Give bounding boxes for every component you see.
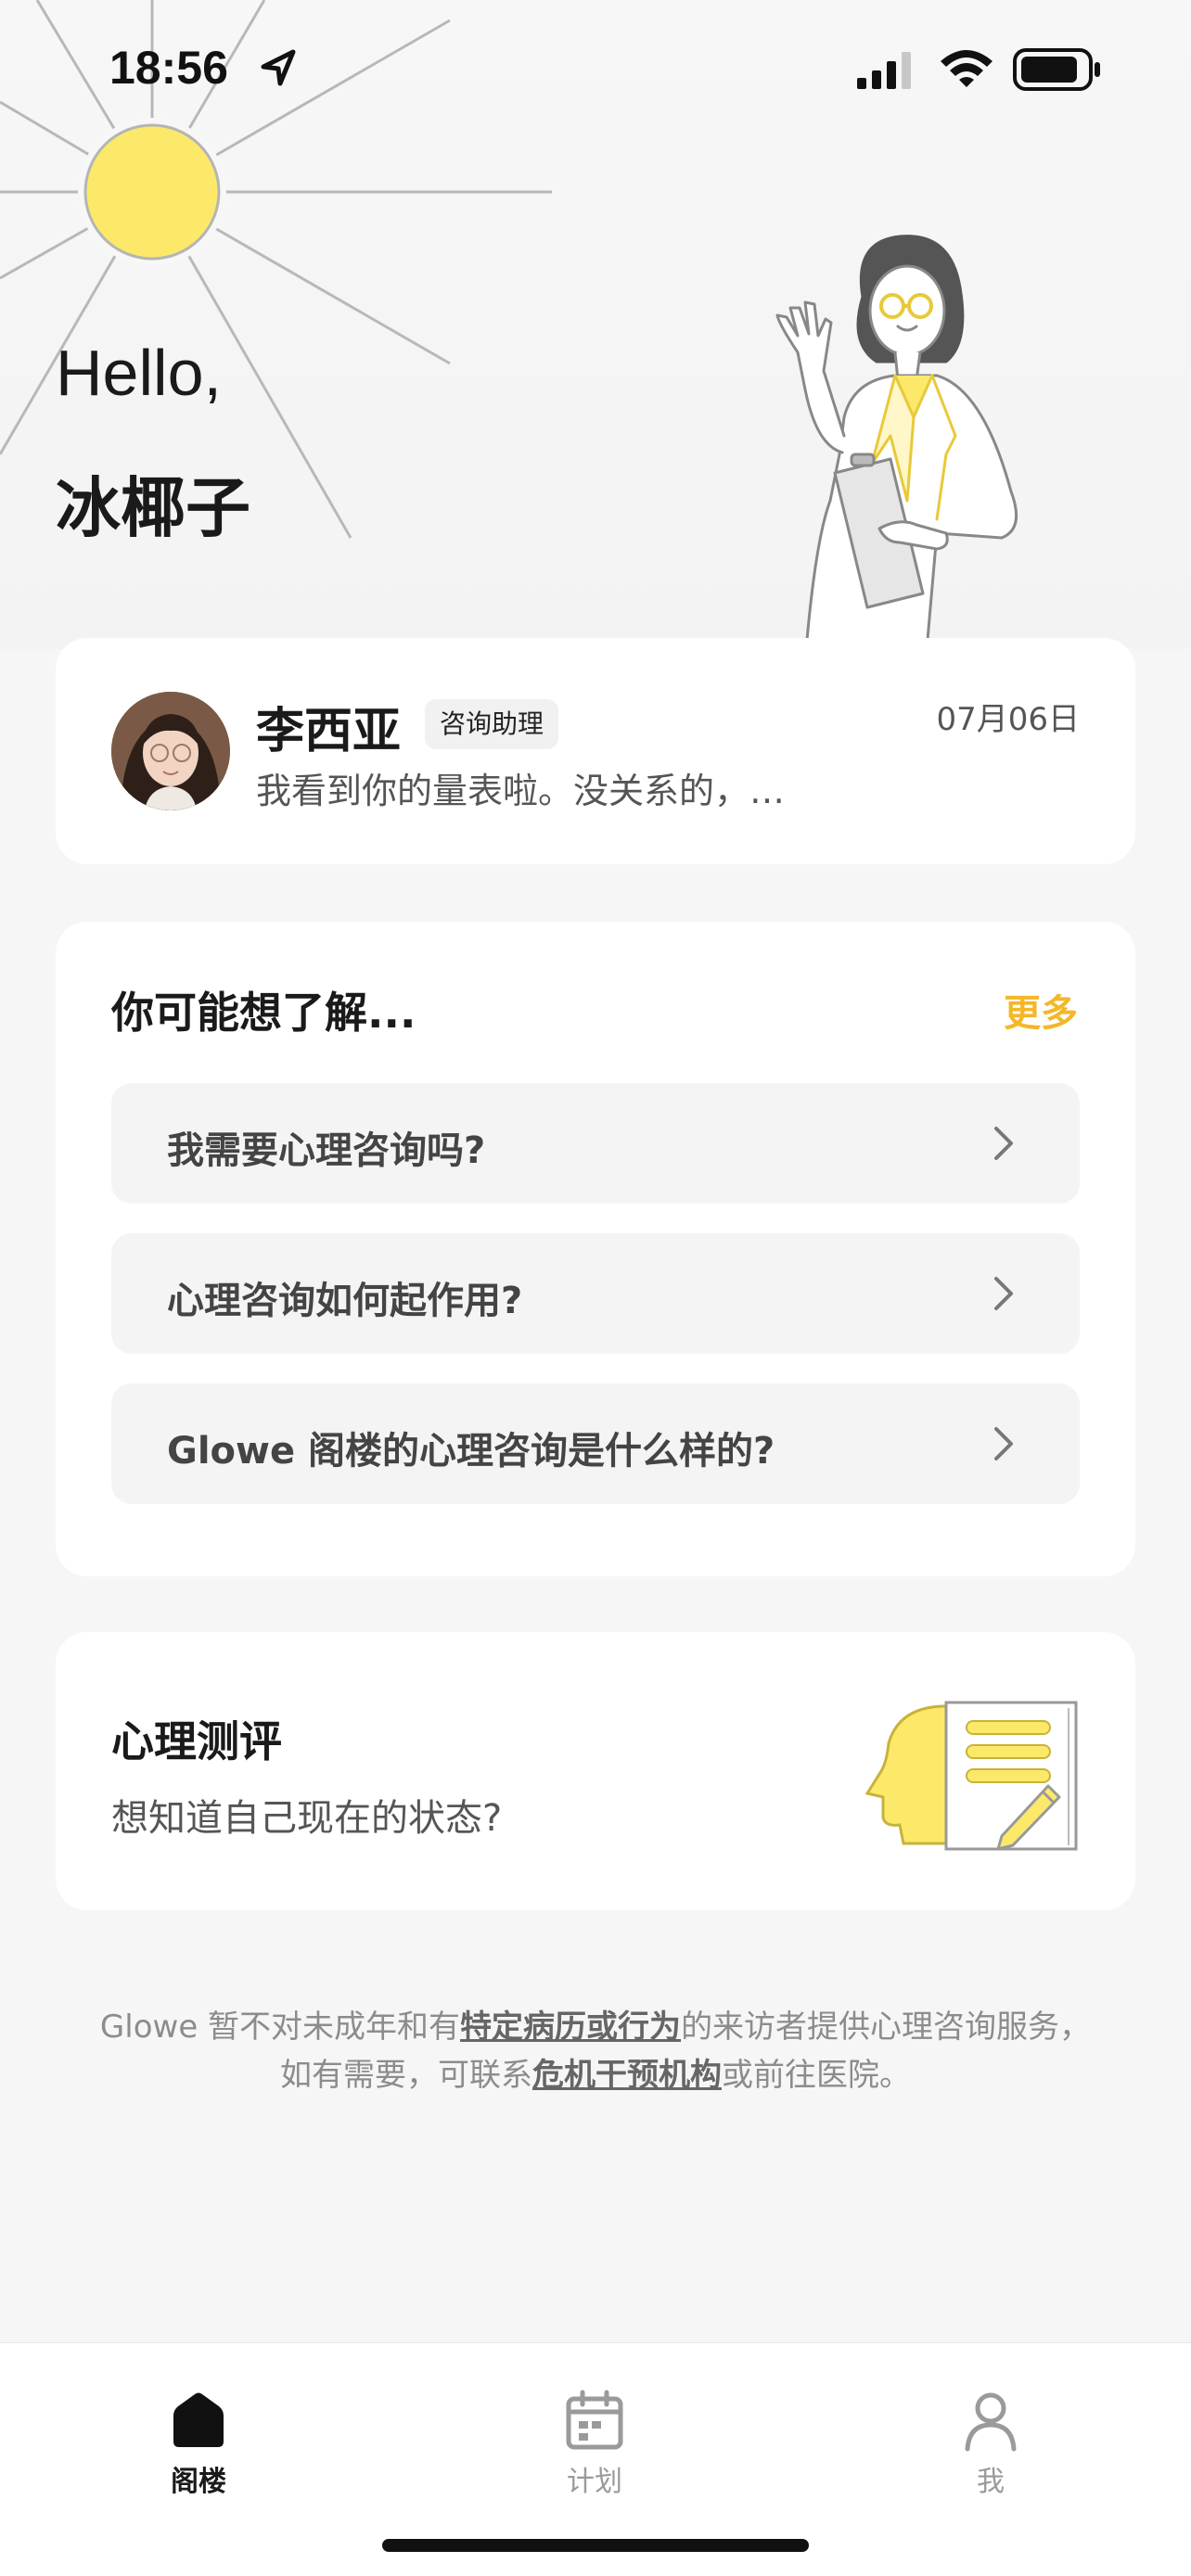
message-preview: 我看到你的量表啦。没关系的，… (256, 771, 786, 811)
assessment-title: 心理测评 (111, 1716, 282, 1766)
tab-label: 我 (977, 2466, 1005, 2498)
role-badge: 咨询助理 (425, 699, 559, 749)
assessment-head-document-icon (864, 1701, 1078, 1851)
faq-item[interactable]: 心理咨询如何起作用? (111, 1233, 1080, 1354)
chevron-right-icon (994, 1127, 1013, 1160)
disclaimer-text-segment: 的来访者提供心理咨询服务， (681, 2009, 1092, 2046)
faq-item-label: 我需要心理咨询吗? (167, 1129, 486, 1172)
person-icon (965, 2392, 1017, 2452)
avatar (111, 692, 230, 810)
tab-label: 计划 (567, 2466, 622, 2498)
specific-history-link[interactable]: 特定病历或行为 (460, 2009, 681, 2046)
assessment-card[interactable]: 心理测评 想知道自己现在的状态? (56, 1632, 1135, 1910)
faq-item[interactable]: 我需要心理咨询吗? (111, 1083, 1080, 1204)
faq-item[interactable]: Glowe 阁楼的心理咨询是什么样的? (111, 1384, 1080, 1504)
crisis-intervention-link[interactable]: 危机干预机构 (532, 2057, 722, 2094)
greeting-hello: Hello, (56, 337, 222, 409)
faq-item-label: Glowe 阁楼的心理咨询是什么样的? (167, 1430, 775, 1473)
counselor-message-card[interactable]: 李西亚 咨询助理 07月06日 我看到你的量表啦。没关系的，… (56, 638, 1135, 864)
disclaimer-text-segment: 如有需要，可联系 (280, 2057, 532, 2094)
disclaimer-text-segment: Glowe 暂不对未成年和有 (99, 2009, 461, 2046)
assessment-subtitle: 想知道自己现在的状态? (111, 1797, 503, 1840)
home-icon (173, 2392, 224, 2447)
wifi-icon (941, 50, 992, 87)
tab-label: 阁楼 (171, 2466, 226, 2498)
faq-title: 你可能想了解... (111, 988, 416, 1038)
faq-item-label: 心理咨询如何起作用? (167, 1280, 523, 1322)
disclaimer-text-segment: 或前往医院。 (722, 2057, 911, 2094)
tab-plan[interactable]: 计划 (502, 2362, 687, 2501)
counselor-name: 李西亚 (256, 704, 402, 759)
message-date: 07月06日 (936, 701, 1080, 738)
calendar-icon (566, 2390, 623, 2450)
faq-card: 你可能想了解... 更多 我需要心理咨询吗? 心理咨询如何起作用? Glowe … (56, 922, 1135, 1576)
faq-more-link[interactable]: 更多 (1004, 983, 1078, 1037)
tab-me[interactable]: 我 (898, 2362, 1083, 2501)
greeting-user-name: 冰椰子 (56, 470, 250, 546)
counselor-illustration (775, 235, 1018, 640)
battery-icon (1013, 48, 1100, 91)
location-arrow-icon (261, 49, 296, 86)
home-indicator[interactable] (382, 2539, 809, 2552)
tab-home[interactable]: 阁楼 (106, 2362, 291, 2501)
signal-icon (857, 52, 911, 89)
disclaimer-text: Glowe 暂不对未成年和有特定病历或行为的来访者提供心理咨询服务， 如有需要，… (56, 2003, 1135, 2099)
status-bar: 18:56 (0, 0, 1191, 139)
status-time: 18:56 (109, 42, 228, 94)
chevron-right-icon (994, 1277, 1013, 1310)
chevron-right-icon (994, 1427, 1013, 1460)
